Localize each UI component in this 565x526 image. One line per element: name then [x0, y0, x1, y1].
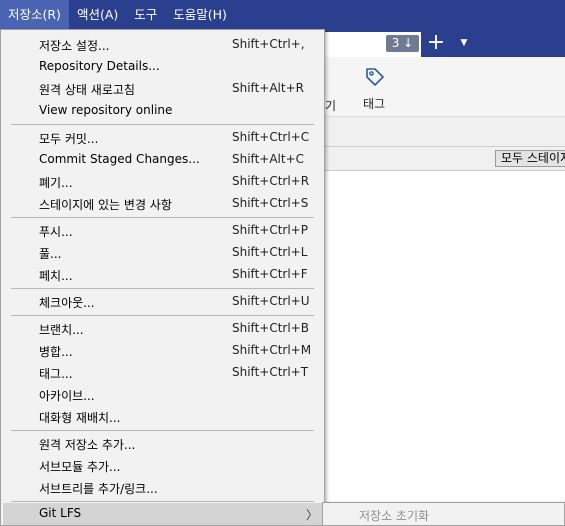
menu-item-label: 원격 상태 새로고침 — [39, 83, 135, 97]
content-area — [325, 171, 565, 501]
menu-separator — [11, 315, 314, 316]
menu-item-merge[interactable]: 병합... Shift+Ctrl+M — [3, 340, 323, 362]
menu-tools[interactable]: 도구 — [126, 0, 165, 29]
menu-item-push[interactable]: 푸시... Shift+Ctrl+P — [3, 220, 323, 242]
menu-item-label: 저장소 설정... — [39, 39, 110, 53]
menu-item-label: Commit Staged Changes... — [39, 152, 200, 166]
menu-item-add-remote[interactable]: 원격 저장소 추가... — [3, 433, 323, 455]
menu-item-label: 스테이지에 있는 변경 사항 — [39, 198, 172, 212]
menu-item-shortcut: Shift+Ctrl+F — [232, 267, 308, 281]
menu-item-label: View repository online — [39, 103, 173, 117]
menu-actions[interactable]: 액션(A) — [69, 0, 126, 29]
menu-item-label: 브랜치... — [39, 323, 84, 337]
menu-item-shortcut: Shift+Ctrl+B — [232, 321, 309, 335]
menu-item-repository-settings[interactable]: 저장소 설정... Shift+Ctrl+, — [3, 34, 323, 56]
menu-separator — [11, 288, 314, 289]
menu-help[interactable]: 도움말(H) — [165, 0, 235, 29]
staging-header: 모두 스테이지 — [325, 147, 565, 171]
menu-item-archive[interactable]: 아카이브... — [3, 384, 323, 406]
menu-item-label: 폐기... — [39, 176, 73, 190]
menu-item-label: 체크아웃... — [39, 296, 95, 310]
git-lfs-submenu: 저장소 초기화 — [322, 502, 565, 526]
menu-item-shortcut: Shift+Alt+R — [232, 81, 304, 95]
menu-item-label: 서브모듈 추가... — [39, 460, 121, 474]
menu-item-branch[interactable]: 브랜치... Shift+Ctrl+B — [3, 318, 323, 340]
menu-item-shortcut: Shift+Ctrl+M — [232, 343, 312, 357]
menu-item-git-lfs[interactable]: Git LFS 〉 — [3, 503, 323, 525]
menu-item-label: 원격 저장소 추가... — [39, 438, 136, 452]
menu-item-shortcut: Shift+Ctrl+U — [232, 294, 310, 308]
menu-item-checkout[interactable]: 체크아웃... Shift+Ctrl+U — [3, 291, 323, 313]
menu-item-shortcut: Shift+Ctrl+T — [232, 365, 309, 379]
menu-item-label: 태그... — [39, 367, 73, 381]
pane-header — [325, 117, 565, 147]
menu-item-add-subtree[interactable]: 서브트리를 추가/링크... — [3, 477, 323, 499]
menu-item-shortcut: Shift+Ctrl+L — [232, 245, 308, 259]
menu-item-label: 서브트리를 추가/링크... — [39, 482, 158, 496]
menu-item-label: Repository Details... — [39, 59, 160, 73]
menu-item-label: 모두 커밋... — [39, 132, 99, 146]
menu-item-shortcut: Shift+Ctrl+S — [232, 196, 309, 210]
tag-toolbar-button[interactable]: 태그 — [361, 63, 391, 113]
stage-all-button[interactable]: 모두 스테이지 — [495, 150, 565, 167]
menu-item-label: 페치... — [39, 269, 73, 283]
menu-item-label: Git LFS — [39, 506, 82, 520]
menu-item-pull[interactable]: 풀... Shift+Ctrl+L — [3, 242, 323, 264]
menu-item-shortcut: Shift+Ctrl+, — [232, 37, 305, 51]
menu-item-repository-details[interactable]: Repository Details... — [3, 56, 323, 78]
menu-item-label: 아카이브... — [39, 389, 95, 403]
menu-item-refresh-remote-status[interactable]: 원격 상태 새로고침 Shift+Alt+R — [3, 78, 323, 100]
menu-bar: 저장소(R) 액션(A) 도구 도움말(H) — [0, 0, 565, 29]
menu-item-staged-changes[interactable]: 스테이지에 있는 변경 사항 Shift+Ctrl+S — [3, 193, 323, 215]
menu-repository[interactable]: 저장소(R) — [0, 0, 69, 29]
menu-item-label: 풀... — [39, 247, 62, 261]
menu-item-label: 푸시... — [39, 225, 73, 239]
menu-item-commit-all[interactable]: 모두 커밋... Shift+Ctrl+C — [3, 127, 323, 149]
add-tab-button[interactable]: + — [426, 32, 446, 54]
menu-item-label: 병합... — [39, 345, 73, 359]
menu-item-fetch[interactable]: 페치... Shift+Ctrl+F — [3, 264, 323, 286]
menu-separator — [11, 430, 314, 431]
submenu-arrow-icon: 〉 — [306, 508, 319, 522]
menu-item-shortcut: Shift+Ctrl+C — [232, 130, 310, 144]
menu-item-label: 대화형 재배치... — [39, 411, 121, 425]
toolbar-partial-label: 기 — [325, 99, 337, 113]
menu-item-discard[interactable]: 폐기... Shift+Ctrl+R — [3, 171, 323, 193]
menu-item-tag[interactable]: 태그... Shift+Ctrl+T — [3, 362, 323, 384]
menu-item-shortcut: Shift+Ctrl+R — [232, 174, 310, 188]
tab-strip: 3 ↓ + ▼ — [325, 29, 565, 57]
toolbar: 기 태그 — [325, 57, 565, 117]
repository-menu: 저장소 설정... Shift+Ctrl+, Repository Detail… — [0, 29, 325, 526]
menu-item-interactive-rebase[interactable]: 대화형 재배치... — [3, 406, 323, 428]
menu-item-shortcut: Shift+Ctrl+P — [232, 223, 308, 237]
tab-count-badge[interactable]: 3 ↓ — [386, 35, 419, 52]
tag-toolbar-label: 태그 — [363, 97, 386, 111]
menu-item-add-submodule[interactable]: 서브모듈 추가... — [3, 455, 323, 477]
menu-item-shortcut: Shift+Alt+C — [232, 152, 305, 166]
menu-item-view-online[interactable]: View repository online — [3, 100, 323, 122]
submenu-item-init-repository[interactable]: 저장소 초기화 — [359, 507, 429, 524]
tab-list-caret-icon[interactable]: ▼ — [457, 36, 471, 50]
menu-item-commit-staged[interactable]: Commit Staged Changes... Shift+Alt+C — [3, 149, 323, 171]
menu-separator — [11, 124, 314, 125]
menu-separator — [11, 217, 314, 218]
tag-icon — [366, 68, 384, 86]
menu-separator — [11, 501, 314, 502]
